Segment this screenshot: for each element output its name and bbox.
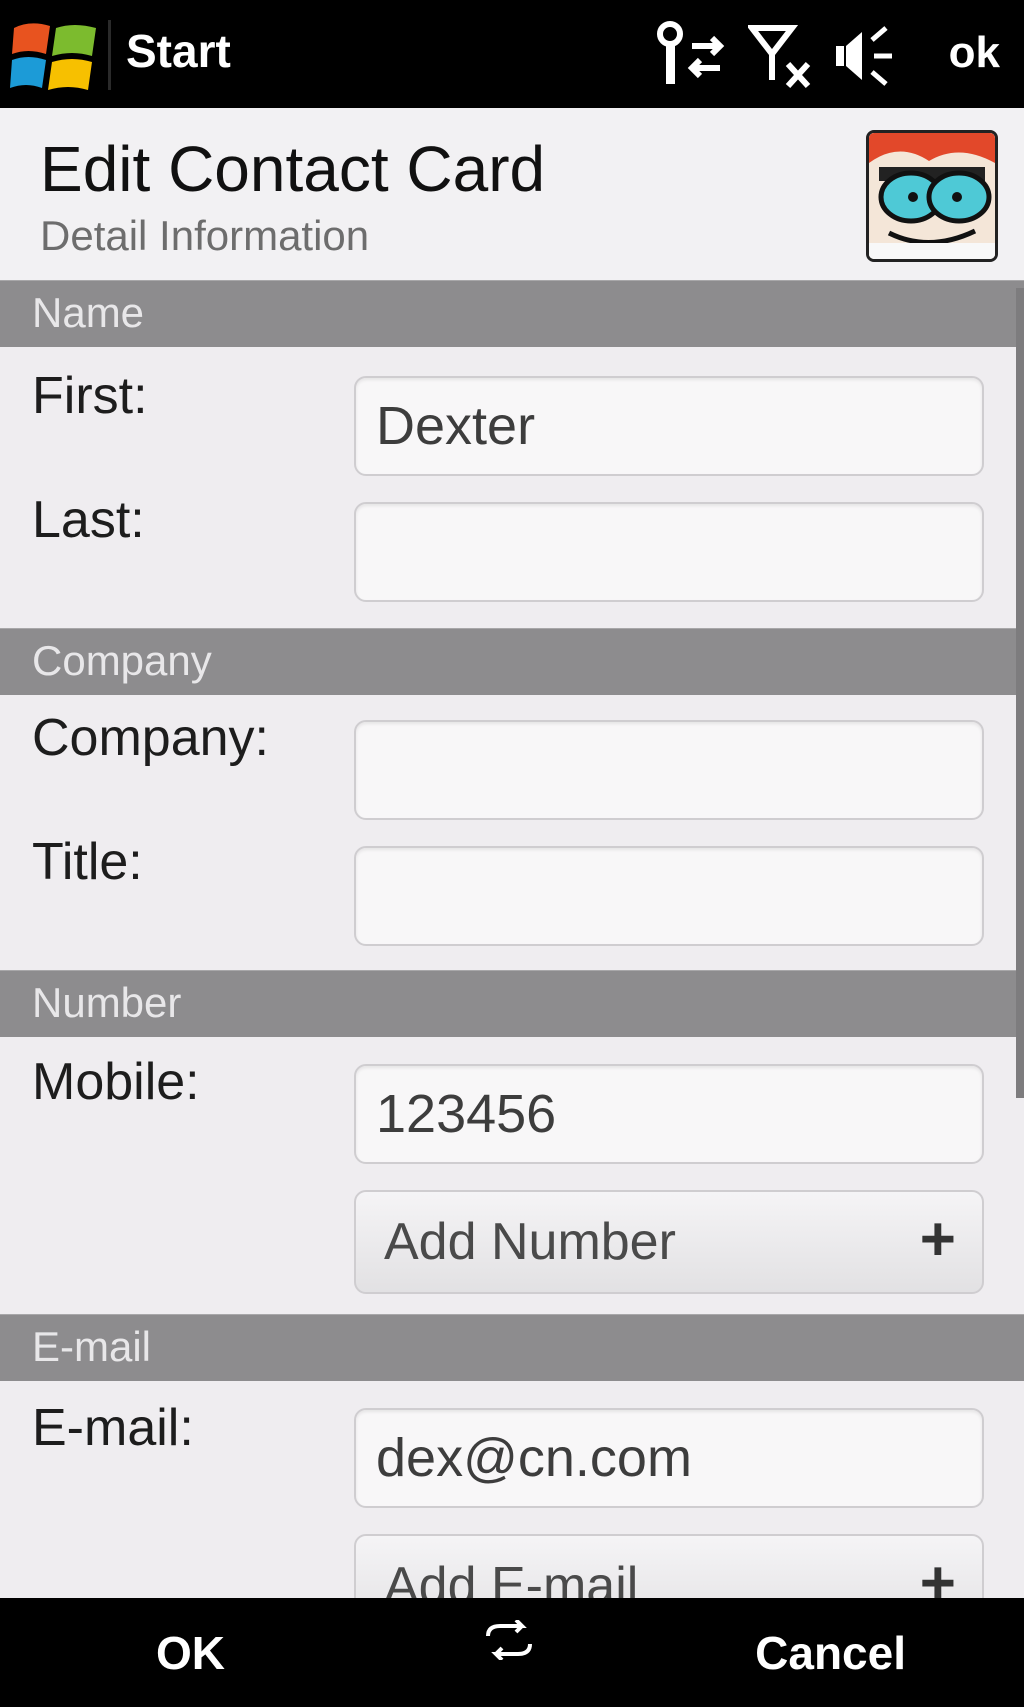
ok-button[interactable]: ok (949, 28, 1000, 78)
section-header-number: Number (0, 970, 1024, 1037)
status-divider (108, 20, 111, 90)
section-header-email: E-mail (0, 1314, 1024, 1381)
page-subtitle: Detail Information (40, 212, 370, 259)
add-email-label: Add E-mail (384, 1557, 639, 1598)
softkey-bar: OK Cancel (0, 1598, 1024, 1707)
ok-softkey[interactable]: OK (156, 1626, 225, 1680)
section-label: E-mail (32, 1323, 152, 1370)
title-label: Title: (32, 833, 143, 891)
mobile-field[interactable] (354, 1064, 984, 1164)
last-name-label: Last: (32, 491, 145, 549)
first-name-field[interactable] (354, 376, 984, 476)
plus-icon: + (919, 1205, 956, 1274)
contact-photo-icon[interactable] (866, 130, 998, 262)
section-header-company: Company (0, 628, 1024, 695)
data-connection-icon (657, 21, 725, 84)
email-field[interactable] (354, 1408, 984, 1508)
speaker-icon (836, 26, 892, 86)
plus-icon: + (919, 1549, 956, 1598)
company-label: Company: (32, 709, 269, 767)
keyboard-sip-icon[interactable] (482, 1620, 536, 1660)
start-label[interactable]: Start (126, 24, 231, 78)
section-header-name: Name (0, 280, 1024, 347)
status-bar: Start ok (0, 0, 1024, 108)
first-name-label: First: (32, 367, 148, 425)
section-label: Number (32, 979, 182, 1026)
title-field[interactable] (354, 846, 984, 946)
section-label: Company (32, 637, 212, 684)
add-number-button[interactable]: Add Number + (354, 1190, 984, 1294)
header: Edit Contact Card Detail Information (0, 108, 1024, 280)
signal-off-icon (748, 25, 811, 89)
mobile-label: Mobile: (32, 1053, 200, 1111)
page-title: Edit Contact Card (40, 133, 546, 205)
cancel-softkey[interactable]: Cancel (755, 1626, 906, 1680)
contact-form: Edit Contact Card Detail Information Nam… (0, 108, 1024, 1598)
section-label: Name (32, 289, 145, 336)
scrollbar[interactable] (1016, 288, 1024, 1098)
add-number-label: Add Number (384, 1213, 676, 1271)
email-label: E-mail: (32, 1399, 194, 1457)
windows-logo-icon[interactable] (10, 18, 98, 94)
add-email-button[interactable]: Add E-mail + (354, 1534, 984, 1598)
company-field[interactable] (354, 720, 984, 820)
last-name-field[interactable] (354, 502, 984, 602)
